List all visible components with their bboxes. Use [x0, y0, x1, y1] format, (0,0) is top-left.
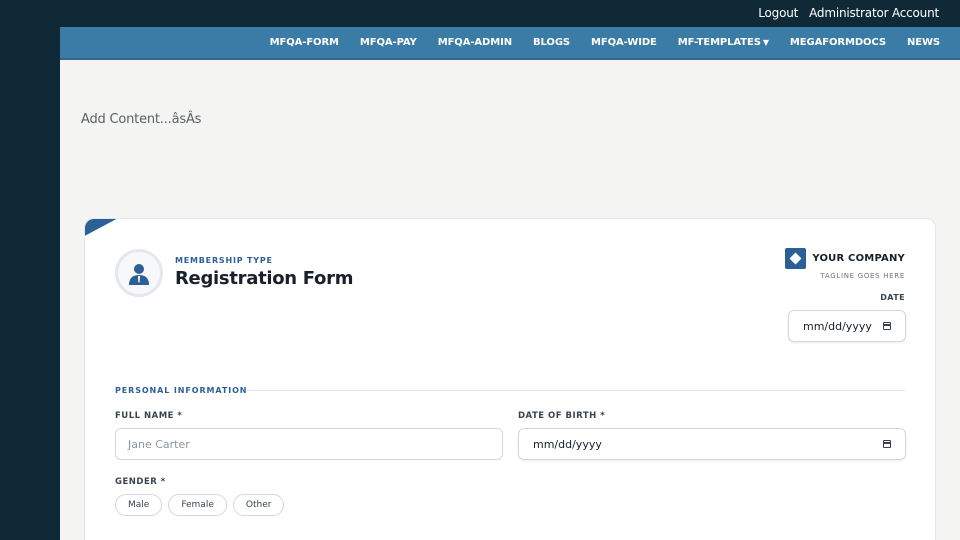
- account-links: Logout Administrator Account: [758, 6, 939, 20]
- membership-type-label: MEMBERSHIP TYPE: [175, 256, 273, 265]
- nav-item-blogs[interactable]: BLOGS: [533, 37, 570, 48]
- nav-item-mfqa-form[interactable]: MFQA-FORM: [270, 37, 339, 48]
- dob-field-value: mm/dd/yyyy: [533, 437, 602, 451]
- company-name: YOUR COMPANY: [812, 253, 905, 264]
- registration-form-card: MEMBERSHIP TYPE Registration Form YOUR C…: [84, 218, 936, 540]
- gender-option-male[interactable]: Male: [115, 494, 163, 516]
- dob-field[interactable]: mm/dd/yyyy: [518, 428, 906, 460]
- section-divider: [247, 390, 905, 391]
- dob-label: DATE OF BIRTH *: [518, 411, 606, 421]
- nav-item-mfqa-pay[interactable]: MFQA-PAY: [360, 37, 417, 48]
- account-link[interactable]: Administrator Account: [809, 6, 939, 20]
- full-name-label: FULL NAME *: [115, 411, 183, 421]
- main-navigation: MFQA-FORM MFQA-PAY MFQA-ADMIN BLOGS MFQA…: [60, 27, 960, 60]
- section-title-personal: PERSONAL INFORMATION: [115, 386, 248, 395]
- nav-item-mf-templates[interactable]: MF-TEMPLATES ▼: [678, 37, 769, 48]
- nav-item-megaformdocs[interactable]: MEGAFORMDOCS: [790, 37, 886, 48]
- calendar-icon[interactable]: [883, 440, 891, 448]
- chevron-down-icon: ▼: [762, 38, 769, 47]
- company-tagline: TAGLINE GOES HERE: [820, 272, 905, 280]
- logout-link[interactable]: Logout: [758, 6, 798, 20]
- form-title: Registration Form: [175, 268, 354, 289]
- date-field[interactable]: mm/dd/yyyy: [788, 310, 906, 342]
- nav-item-mfqa-admin[interactable]: MFQA-ADMIN: [438, 37, 512, 48]
- company-brand: YOUR COMPANY: [785, 248, 905, 269]
- calendar-icon[interactable]: [883, 322, 891, 330]
- company-logo-icon: [785, 248, 807, 269]
- nav-item-mfqa-wide[interactable]: MFQA-WIDE: [591, 37, 657, 48]
- nav-item-mf-templates-label: MF-TEMPLATES: [677, 37, 761, 48]
- gender-option-other[interactable]: Other: [232, 494, 285, 516]
- page-content: Add Content...âsÂs MEMBERSHIP TYPE Regis…: [60, 60, 960, 540]
- gender-label: GENDER *: [115, 477, 166, 487]
- top-bar: Logout Administrator Account: [0, 0, 960, 27]
- user-icon: [129, 264, 149, 285]
- avatar: [115, 249, 163, 297]
- date-label: DATE: [880, 293, 905, 302]
- full-name-input[interactable]: Jane Carter: [115, 428, 503, 460]
- nav-item-news[interactable]: NEWS: [907, 37, 940, 48]
- gender-option-female[interactable]: Female: [168, 494, 227, 516]
- gender-options: Male Female Other: [115, 494, 285, 516]
- add-content-text[interactable]: Add Content...âsÂs: [81, 112, 201, 127]
- corner-ribbon: [85, 219, 180, 247]
- diamond-icon: [789, 252, 802, 265]
- date-field-value: mm/dd/yyyy: [803, 319, 872, 333]
